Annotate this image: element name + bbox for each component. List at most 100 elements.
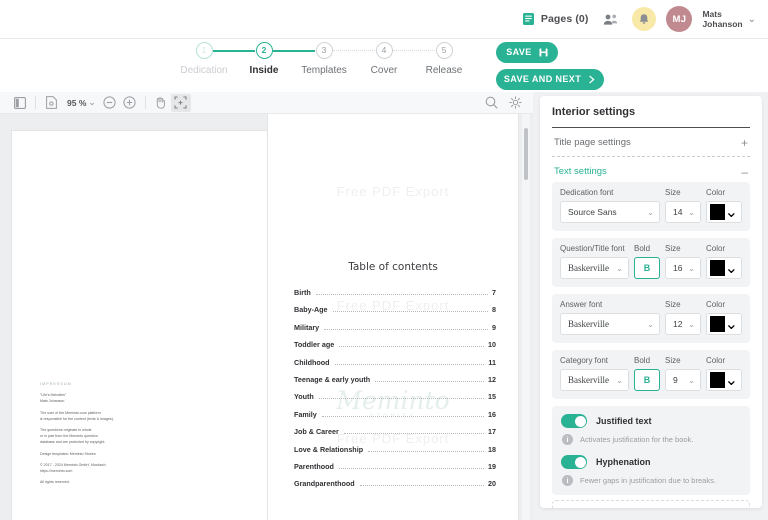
save-button[interactable]: SAVE: [496, 41, 558, 63]
sidebar-toggle-icon[interactable]: [10, 94, 30, 112]
category-color-picker[interactable]: ⌄: [706, 369, 742, 391]
field-label: Answer font: [560, 300, 603, 309]
toc-entry[interactable]: Youth 15: [294, 392, 496, 401]
search-icon[interactable]: [481, 94, 501, 112]
step-label: Inside: [249, 64, 279, 76]
toc-leader: [324, 328, 488, 330]
toc-entry-label: Youth: [294, 392, 314, 402]
selected-size-value: 14: [673, 207, 683, 217]
field-controls: Baskerville ⌄ 12 ⌄ ⌄: [560, 313, 742, 335]
toc-entry[interactable]: Job & Career 17: [294, 427, 496, 436]
zoom-level-value[interactable]: 95 %: [67, 98, 86, 108]
viewer-toolbar: 95 % ⌄: [0, 92, 533, 114]
toc-entry[interactable]: Birth 7: [294, 288, 496, 297]
category-size-select[interactable]: 9 ⌄: [665, 369, 701, 391]
toc-title: Table of contents: [348, 261, 438, 273]
answer-color-picker[interactable]: ⌄: [706, 313, 742, 335]
hand-tool-icon[interactable]: [151, 94, 171, 112]
question-bold-toggle[interactable]: B: [634, 257, 660, 279]
step-release[interactable]: 5 Release: [414, 41, 474, 76]
dedication-font-select[interactable]: Source Sans ⌄: [560, 201, 660, 223]
toc-entry[interactable]: Teenage & early youth 12: [294, 375, 496, 384]
document-viewer[interactable]: IMPRESSUM "Life's Melodies" Mats Johanso…: [0, 114, 533, 520]
category-bold-toggle[interactable]: B: [634, 369, 660, 391]
toc-leader: [343, 433, 484, 435]
imprint-author: Mats Johanson: [40, 399, 65, 404]
question-size-select[interactable]: 16 ⌄: [665, 257, 701, 279]
field-label: Dedication font: [560, 188, 614, 197]
toc-entry-page: 16: [488, 409, 496, 419]
step-templates[interactable]: 3 Templates: [294, 41, 375, 76]
user-menu[interactable]: Mats Johanson ⌄: [702, 9, 756, 29]
accordion-title-page-settings[interactable]: Title page settings +: [552, 128, 750, 157]
document-scrollbar-thumb[interactable]: [524, 128, 528, 180]
color-swatch: [710, 316, 725, 332]
question-color-picker[interactable]: ⌄: [706, 257, 742, 279]
bell-icon[interactable]: [632, 7, 657, 31]
interior-settings-panel: Interior settings Title page settings + …: [540, 96, 762, 508]
toc-entry-page: 9: [492, 322, 496, 332]
step-dedication[interactable]: 1 Dedication: [174, 41, 255, 76]
save-and-next-button[interactable]: SAVE AND NEXT: [496, 68, 604, 90]
toc-entry[interactable]: Baby-Age 8: [294, 305, 496, 314]
toc-entry-page: 8: [492, 305, 496, 315]
table-of-contents: Birth 7 Baby-Age 8 Military 9 Toddler ag…: [294, 288, 496, 497]
step-cover[interactable]: 4 Cover: [354, 41, 435, 76]
chevron-down-icon: ⌄: [747, 13, 756, 25]
accordion-text-settings[interactable]: Text settings –: [552, 157, 750, 182]
answer-font-select[interactable]: Baskerville ⌄: [560, 313, 660, 335]
app-root: Pages (0) MJ Mats Johanson ⌄ 1 Dedicatio…: [0, 0, 768, 520]
field-headers: Dedication font Size Color: [560, 188, 742, 197]
dedication-color-picker[interactable]: ⌄: [706, 201, 742, 223]
people-add-icon[interactable]: [598, 7, 622, 31]
floppy-icon: [539, 47, 548, 57]
toc-entry[interactable]: Childhood 11: [294, 358, 496, 367]
pages-button[interactable]: Pages (0): [522, 12, 589, 26]
panel-next-section-placeholder[interactable]: [552, 500, 750, 508]
chevron-down-icon: ⌄: [688, 375, 695, 385]
chevron-down-icon: ⌄: [724, 372, 738, 389]
watermark-free-export: Free PDF Export: [336, 184, 450, 199]
imprint-paragraph-5: All rights reserved.: [40, 480, 70, 485]
page-thumbnail-icon[interactable]: [41, 94, 61, 112]
toc-entry[interactable]: Parenthood 19: [294, 462, 496, 471]
toc-entry-page: 15: [488, 392, 496, 402]
toc-entry[interactable]: Family 16: [294, 410, 496, 419]
toc-entry[interactable]: Military 9: [294, 323, 496, 332]
zoom-in-icon[interactable]: [120, 94, 140, 112]
hyphenation-toggle[interactable]: [561, 455, 587, 469]
answer-size-select[interactable]: 12 ⌄: [665, 313, 701, 335]
document-page-left: IMPRESSUM "Life's Melodies" Mats Johanso…: [12, 131, 267, 520]
justified-text-toggle[interactable]: [561, 414, 587, 428]
avatar[interactable]: MJ: [666, 6, 693, 32]
color-swatch: [710, 260, 725, 276]
selected-size-value: 16: [673, 263, 683, 273]
step-connector: [273, 49, 315, 52]
chevron-down-icon: ⌄: [647, 319, 654, 329]
accordion-label: Text settings: [554, 166, 607, 177]
hyphenation-row: Hyphenation: [561, 455, 741, 469]
imprint-paragraph-4: © 2017 - 2024 Meminto GmbH, Mosbach http…: [40, 462, 106, 474]
color-column-header: Color: [706, 244, 726, 253]
toc-entry[interactable]: Love & Relationship 18: [294, 445, 496, 454]
step-inside[interactable]: 2 Inside: [234, 41, 315, 76]
dedication-size-select[interactable]: 14 ⌄: [665, 201, 701, 223]
toc-entry[interactable]: Grandparenthood 20: [294, 479, 496, 488]
zoom-out-icon[interactable]: [100, 94, 120, 112]
selected-font-value: Source Sans: [568, 207, 617, 217]
panel-title: Interior settings: [552, 106, 750, 128]
question-font-select[interactable]: Baskerville ⌄: [560, 257, 629, 279]
gear-icon[interactable]: [505, 94, 525, 112]
category-font-select[interactable]: Baskerville ⌄: [560, 369, 629, 391]
imprint-block: IMPRESSUM "Life's Melodies" Mats Johanso…: [40, 381, 170, 490]
hyphenation-hint-text: Fewer gaps in justification due to break…: [580, 476, 716, 485]
field-controls: Baskerville ⌄ B 9 ⌄ ⌄: [560, 369, 742, 391]
field-question-title-font: Question/Title font Bold Size Color Bask…: [552, 238, 750, 287]
step-label: Dedication: [180, 64, 228, 76]
document-page-right: Free PDF Export Free PDF Export Free PDF…: [268, 114, 518, 520]
select-area-icon[interactable]: [170, 93, 191, 112]
toc-entry[interactable]: Toddler age 10: [294, 340, 496, 349]
toc-leader: [334, 363, 485, 365]
chevron-down-icon[interactable]: ⌄: [88, 97, 96, 108]
color-column-header: Color: [706, 188, 726, 197]
